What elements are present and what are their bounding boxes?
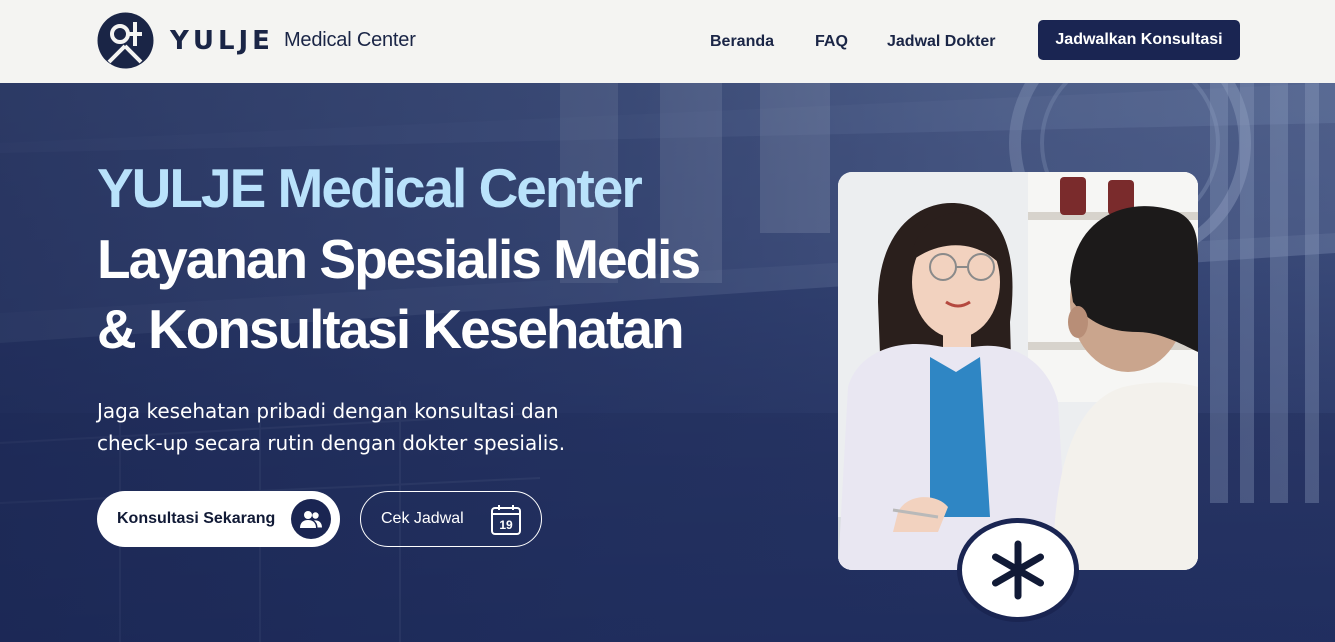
check-schedule-button[interactable]: Cek Jadwal 19 [360, 491, 542, 547]
asterisk-badge [957, 518, 1079, 622]
hero-subtitle: Jaga kesehatan pribadi dengan konsultasi… [97, 395, 657, 459]
hero-title-line-3: & Konsultasi Kesehatan [97, 298, 685, 360]
calendar-day-text: 19 [499, 518, 513, 532]
logo-mark-icon [97, 12, 154, 69]
consult-now-button[interactable]: Konsultasi Sekarang [97, 491, 340, 547]
hero-subtitle-line-2: check-up secara rutin dengan dokter spes… [97, 431, 566, 455]
asterisk-icon [992, 540, 1044, 600]
consult-now-label: Konsultasi Sekarang [117, 510, 276, 527]
hero-title-brand: YULJE Medical Center [97, 157, 643, 219]
check-schedule-label: Cek Jadwal [381, 510, 464, 527]
logo[interactable]: YULJE Medical Center [97, 12, 416, 69]
users-icon [291, 499, 331, 539]
doctor-consultation-photo [838, 172, 1198, 570]
calendar-icon: 19 [491, 505, 521, 535]
hero-subtitle-line-1: Jaga kesehatan pribadi dengan konsultasi… [97, 399, 559, 423]
schedule-consultation-button[interactable]: Jadwalkan Konsultasi [1038, 20, 1240, 60]
nav-item-jadwal-dokter[interactable]: Jadwal Dokter [887, 33, 995, 51]
site-header: YULJE Medical Center Beranda FAQ Jadwal … [0, 0, 1335, 83]
hero-title-line-2: Layanan Spesialis Medis [97, 228, 701, 290]
logo-wordmark: YULJE [170, 25, 274, 56]
hero-section: YULJE Medical Center Layanan Spesialis M… [0, 83, 1335, 642]
logo-subtitle: Medical Center [283, 29, 416, 51]
nav-item-faq[interactable]: FAQ [815, 33, 848, 51]
nav-item-beranda[interactable]: Beranda [710, 33, 774, 51]
